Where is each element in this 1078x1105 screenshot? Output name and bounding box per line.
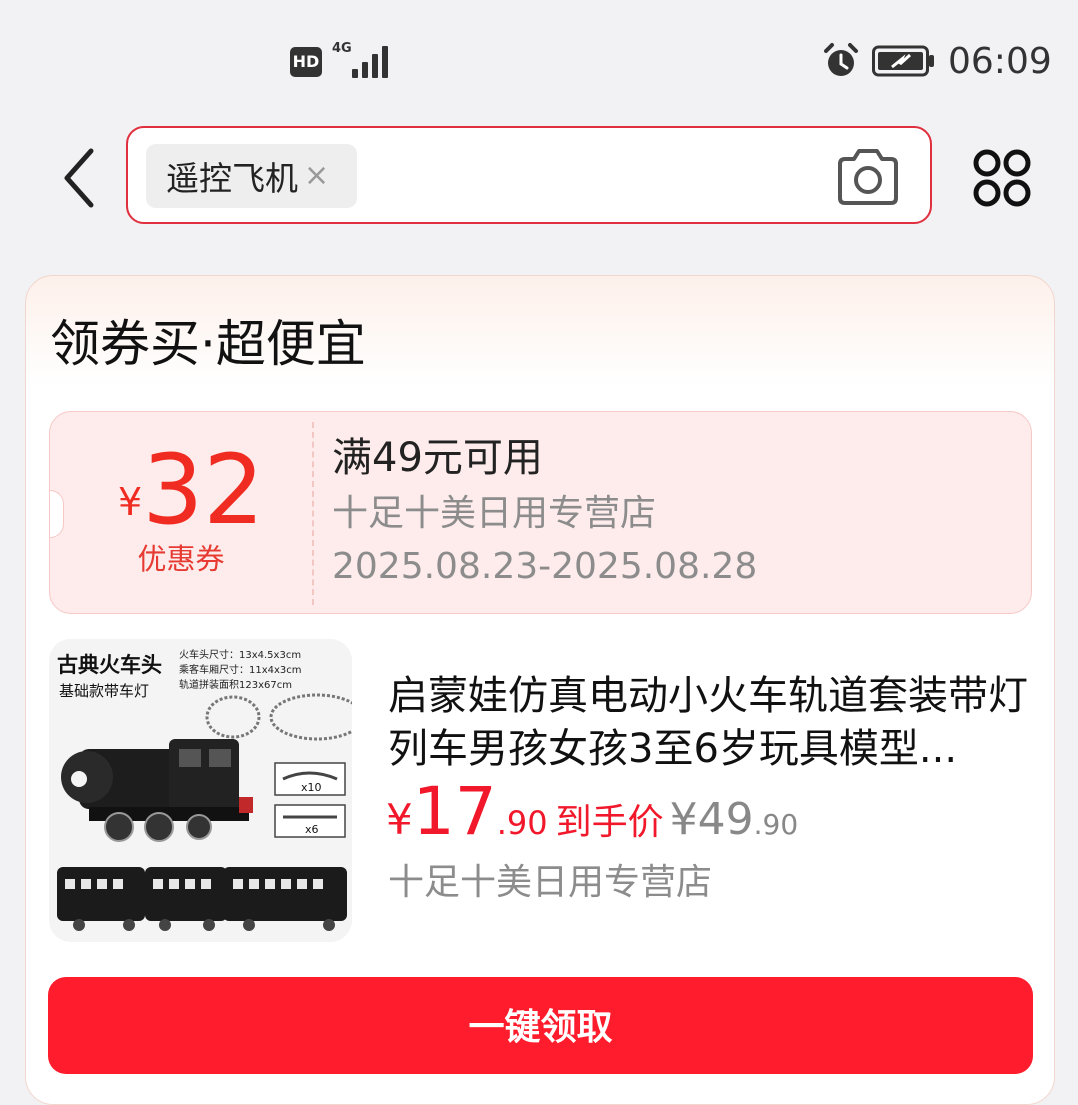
image-subtitle: 基础款带车灯 bbox=[59, 682, 149, 700]
camera-icon[interactable] bbox=[836, 148, 900, 206]
battery-icon bbox=[872, 45, 934, 77]
more-menu-icon[interactable] bbox=[972, 148, 1032, 208]
status-bar: HD 4G 06:09 bbox=[0, 0, 1078, 120]
search-bar[interactable]: 遥控飞机 × bbox=[126, 126, 932, 224]
price-decimal: .90 bbox=[496, 804, 548, 842]
close-icon[interactable]: × bbox=[304, 161, 329, 191]
coupon-currency: ¥ bbox=[118, 480, 143, 524]
original-price-currency: ¥ bbox=[669, 794, 698, 845]
track1-qty: x10 bbox=[301, 781, 322, 794]
hd-icon: HD bbox=[290, 47, 322, 77]
network-label: 4G bbox=[332, 41, 352, 56]
coupon-ticket[interactable]: ¥32 优惠券 满49元可用 十足十美日用专营店 2025.08.23-2025… bbox=[49, 411, 1032, 614]
product-name[interactable]: 启蒙娃仿真电动小火车轨道套装带灯列车男孩女孩3至6岁玩具模型... bbox=[388, 670, 1028, 776]
original-price-decimal: .90 bbox=[753, 808, 799, 841]
coupon-period: 2025.08.23-2025.08.28 bbox=[332, 546, 758, 587]
signal-icon: 4G bbox=[332, 42, 390, 80]
coupon-divider bbox=[312, 422, 314, 605]
search-chip-label: 遥控飞机 bbox=[166, 159, 298, 198]
price-row: ¥17.90 到手价 ¥49.90 bbox=[386, 776, 798, 848]
coupon-amount-section: ¥32 优惠券 bbox=[50, 412, 312, 613]
image-spec1: 火车头尺寸：13x4.5x3cm bbox=[179, 648, 301, 661]
price-currency: ¥ bbox=[386, 795, 413, 844]
coupon-store: 十足十美日用专营店 bbox=[332, 493, 657, 534]
clock: 06:09 bbox=[948, 41, 1052, 82]
coupon-amount: 32 bbox=[142, 434, 265, 546]
image-title: 古典火车头 bbox=[57, 653, 162, 677]
coupon-condition: 满49元可用 bbox=[332, 435, 543, 481]
image-spec2: 乘客车厢尺寸：11x4x3cm bbox=[179, 663, 302, 676]
image-spec3: 轨道拼装面积123x67cm bbox=[179, 678, 292, 691]
back-icon[interactable] bbox=[55, 145, 105, 211]
coupon-label: 优惠券 bbox=[137, 542, 225, 576]
product-image[interactable]: 古典火车头 基础款带车灯 火车头尺寸：13x4.5x3cm 乘客车厢尺寸：11x… bbox=[49, 639, 352, 942]
claim-coupon-button[interactable]: 一键领取 bbox=[48, 977, 1033, 1074]
price-integer: 17 bbox=[412, 773, 497, 850]
original-price-integer: 49 bbox=[697, 794, 754, 845]
track2-qty: x6 bbox=[305, 823, 319, 836]
search-chip[interactable]: 遥控飞机 × bbox=[146, 144, 357, 208]
coupon-card: 领券买·超便宜 ¥32 优惠券 满49元可用 十足十美日用专营店 2025.08… bbox=[25, 275, 1055, 1105]
card-title: 领券买·超便宜 bbox=[50, 315, 366, 373]
product-store[interactable]: 十足十美日用专营店 bbox=[388, 858, 712, 908]
price-label: 到手价 bbox=[555, 802, 664, 843]
alarm-icon bbox=[824, 43, 858, 76]
